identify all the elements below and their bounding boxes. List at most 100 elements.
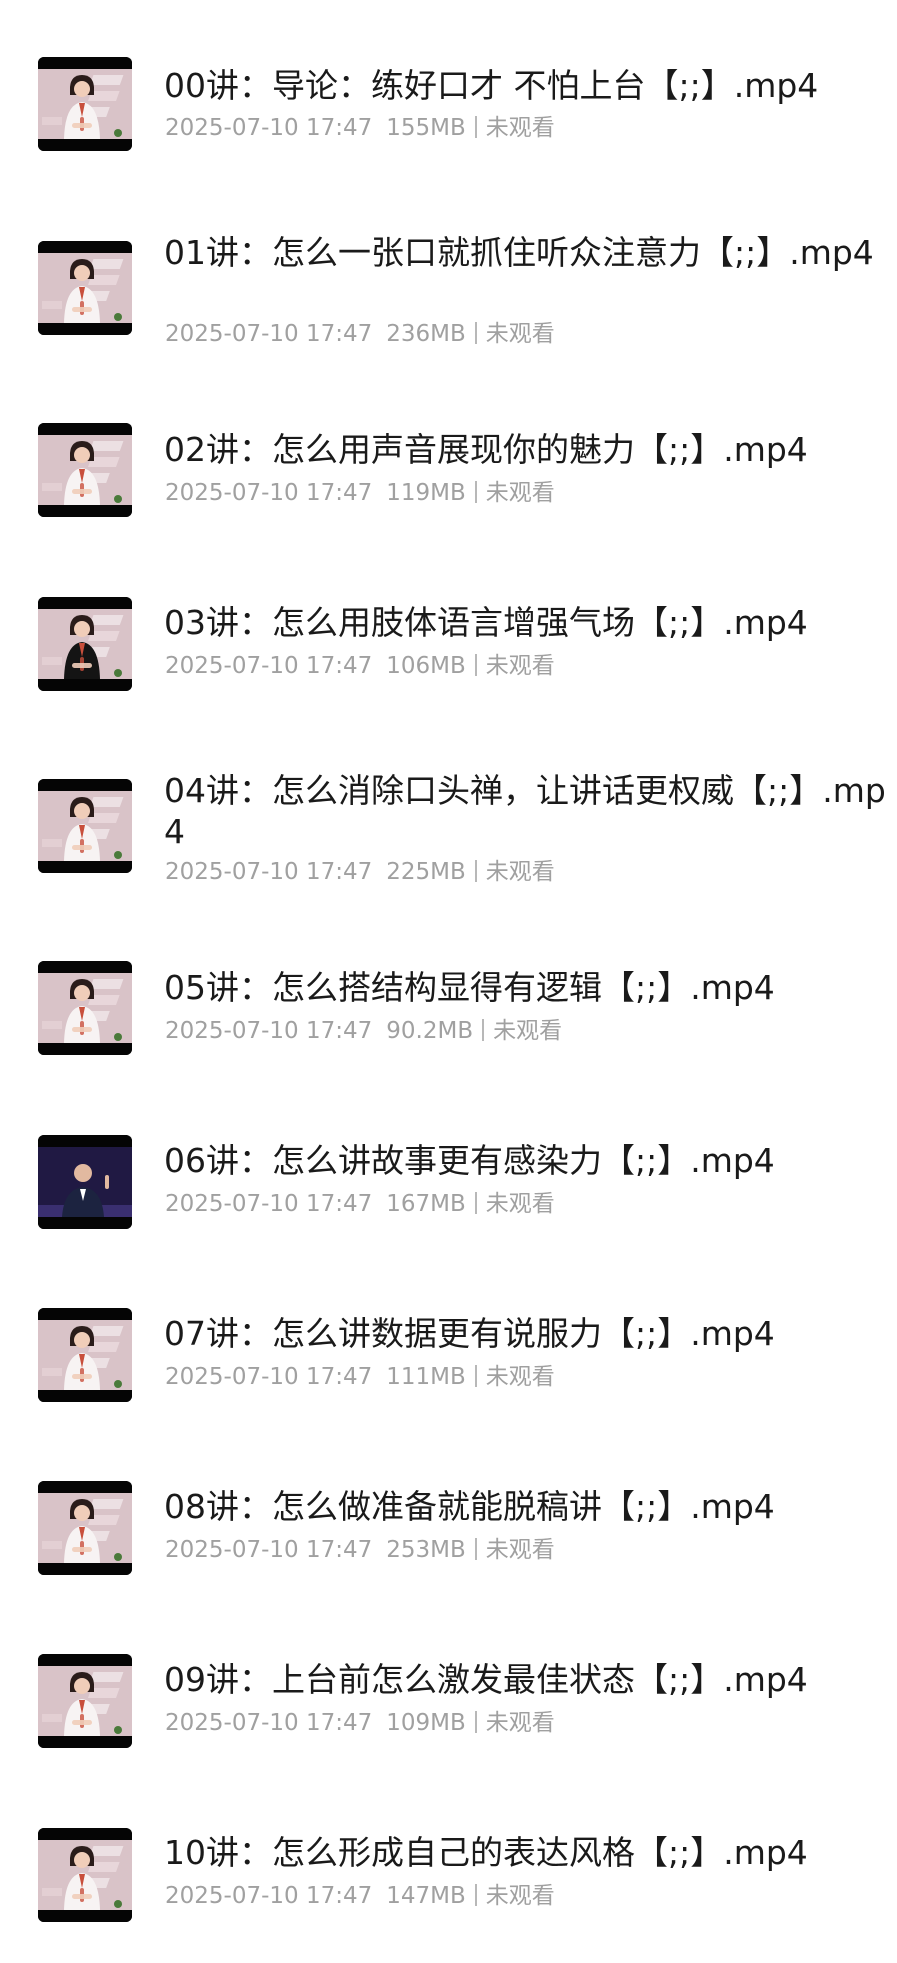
thumbnail-image bbox=[38, 1654, 132, 1748]
video-thumbnail-icon[interactable] bbox=[38, 1308, 132, 1402]
file-title: 02讲：怎么用声音展现你的魅力【;;】.mp4 bbox=[164, 430, 808, 469]
file-date: 2025-07-10 17:47 bbox=[165, 1883, 373, 1909]
thumbnail-image bbox=[38, 597, 132, 691]
file-meta: 2025-07-10 17:47 253MB 未观看 bbox=[165, 1535, 555, 1565]
divider bbox=[474, 116, 477, 138]
file-meta: 2025-07-10 17:47 147MB 未观看 bbox=[165, 1881, 555, 1911]
watch-status: 未观看 bbox=[493, 1018, 563, 1044]
video-thumbnail-icon[interactable] bbox=[38, 961, 132, 1055]
divider bbox=[474, 1711, 477, 1733]
watch-status: 未观看 bbox=[485, 1191, 555, 1217]
file-item-09[interactable]: 09讲：上台前怎么激发最佳状态【;;】.mp4 2025-07-10 17:47… bbox=[0, 1640, 897, 1790]
file-item-05[interactable]: 05讲：怎么搭结构显得有逻辑【;;】.mp4 2025-07-10 17:47 9… bbox=[0, 948, 897, 1098]
file-meta: 2025-07-10 17:47 111MB 未观看 bbox=[165, 1362, 555, 1392]
file-item-02[interactable]: 02讲：怎么用声音展现你的魅力【;;】.mp4 2025-07-10 17:47… bbox=[0, 410, 897, 560]
watch-status: 未观看 bbox=[485, 1710, 555, 1736]
file-date: 2025-07-10 17:47 bbox=[165, 1537, 373, 1563]
file-item-00[interactable]: 00讲：导论：练好口才 不怕上台【;;】.mp4 2025-07-10 17:4… bbox=[0, 45, 897, 195]
divider bbox=[474, 1365, 477, 1387]
file-title: 05讲：怎么搭结构显得有逻辑【;;】.mp4 bbox=[164, 968, 775, 1007]
divider bbox=[474, 1192, 477, 1214]
file-title: 07讲：怎么讲数据更有说服力【;;】.mp4 bbox=[164, 1314, 775, 1353]
thumbnail-image bbox=[38, 241, 132, 335]
thumbnail-image bbox=[38, 779, 132, 873]
file-title: 08讲：怎么做准备就能脱稿讲【;;】.mp4 bbox=[164, 1487, 775, 1526]
watch-status: 未观看 bbox=[485, 1883, 555, 1909]
watch-status: 未观看 bbox=[485, 1537, 555, 1563]
watch-status: 未观看 bbox=[485, 115, 555, 141]
file-size: 167MB bbox=[386, 1191, 466, 1217]
thumbnail-image bbox=[38, 423, 132, 517]
file-size: 147MB bbox=[386, 1883, 466, 1909]
file-item-03[interactable]: 03讲：怎么用肢体语言增强气场【;;】.mp4 2025-07-10 17:47… bbox=[0, 583, 897, 733]
file-date: 2025-07-10 17:47 bbox=[165, 859, 373, 885]
file-date: 2025-07-10 17:47 bbox=[165, 1018, 373, 1044]
file-title: 03讲：怎么用肢体语言增强气场【;;】.mp4 bbox=[164, 603, 808, 642]
file-size: 253MB bbox=[386, 1537, 466, 1563]
file-size: 111MB bbox=[386, 1364, 466, 1390]
video-thumbnail-icon[interactable] bbox=[38, 597, 132, 691]
video-thumbnail-icon[interactable] bbox=[38, 1135, 132, 1229]
file-size: 236MB bbox=[386, 321, 466, 347]
file-item-10[interactable]: 10讲：怎么形成自己的表达风格【;;】.mp4 2025-07-10 17:47… bbox=[0, 1813, 897, 1963]
file-date: 2025-07-10 17:47 bbox=[165, 1710, 373, 1736]
divider bbox=[474, 654, 477, 676]
file-meta: 2025-07-10 17:47 119MB 未观看 bbox=[165, 478, 555, 508]
file-size: 90.2MB bbox=[386, 1018, 474, 1044]
video-thumbnail-icon[interactable] bbox=[38, 241, 132, 335]
file-meta: 2025-07-10 17:47 90.2MB 未观看 bbox=[165, 1016, 562, 1046]
watch-status: 未观看 bbox=[485, 480, 555, 506]
file-meta: 2025-07-10 17:47 109MB 未观看 bbox=[165, 1708, 555, 1738]
thumbnail-image bbox=[38, 57, 132, 151]
divider bbox=[474, 860, 477, 882]
file-title: 10讲：怎么形成自己的表达风格【;;】.mp4 bbox=[164, 1833, 808, 1872]
thumbnail-image bbox=[38, 1308, 132, 1402]
watch-status: 未观看 bbox=[485, 653, 555, 679]
watch-status: 未观看 bbox=[485, 1364, 555, 1390]
file-title: 01讲：怎么一张口就抓住听众注意力【;;】.mp4 bbox=[164, 233, 874, 272]
thumbnail-image bbox=[38, 1481, 132, 1575]
video-thumbnail-icon[interactable] bbox=[38, 423, 132, 517]
video-thumbnail-icon[interactable] bbox=[38, 1481, 132, 1575]
video-thumbnail-icon[interactable] bbox=[38, 1654, 132, 1748]
file-size: 225MB bbox=[386, 859, 466, 885]
video-thumbnail-icon[interactable] bbox=[38, 1828, 132, 1922]
file-title: 00讲：导论：练好口才 不怕上台【;;】.mp4 bbox=[164, 66, 819, 105]
divider bbox=[474, 1538, 477, 1560]
file-size: 119MB bbox=[386, 480, 466, 506]
video-thumbnail-icon[interactable] bbox=[38, 779, 132, 873]
file-title: 04讲：怎么消除口头禅，让讲话更权威【;;】.mp4 bbox=[164, 771, 886, 851]
video-thumbnail-icon[interactable] bbox=[38, 57, 132, 151]
file-date: 2025-07-10 17:47 bbox=[165, 653, 373, 679]
watch-status: 未观看 bbox=[485, 859, 555, 885]
file-item-04[interactable]: 04讲：怎么消除口头禅，让讲话更权威【;;】.mp4 2025-07-10 17… bbox=[0, 766, 897, 916]
watch-status: 未观看 bbox=[485, 321, 555, 347]
file-date: 2025-07-10 17:47 bbox=[165, 321, 373, 347]
file-date: 2025-07-10 17:47 bbox=[165, 480, 373, 506]
thumbnail-image bbox=[38, 961, 132, 1055]
file-size: 155MB bbox=[386, 115, 466, 141]
file-meta: 2025-07-10 17:47 106MB 未观看 bbox=[165, 651, 555, 681]
file-title: 06讲：怎么讲故事更有感染力【;;】.mp4 bbox=[164, 1141, 775, 1180]
divider bbox=[474, 1884, 477, 1906]
thumbnail-image bbox=[38, 1828, 132, 1922]
file-size: 109MB bbox=[386, 1710, 466, 1736]
divider bbox=[474, 481, 477, 503]
file-item-07[interactable]: 07讲：怎么讲数据更有说服力【;;】.mp4 2025-07-10 17:47 1… bbox=[0, 1294, 897, 1444]
file-date: 2025-07-10 17:47 bbox=[165, 1364, 373, 1390]
file-meta: 2025-07-10 17:47 167MB 未观看 bbox=[165, 1189, 555, 1219]
file-meta: 2025-07-10 17:47 155MB 未观看 bbox=[165, 113, 555, 143]
video-file-list: 00讲：导论：练好口才 不怕上台【;;】.mp4 2025-07-10 17:4… bbox=[0, 0, 897, 1935]
thumbnail-image bbox=[38, 1135, 132, 1229]
divider bbox=[482, 1019, 485, 1041]
file-size: 106MB bbox=[386, 653, 466, 679]
file-meta: 2025-07-10 17:47 225MB 未观看 bbox=[165, 857, 555, 887]
file-meta: 2025-07-10 17:47 236MB 未观看 bbox=[165, 319, 555, 349]
file-date: 2025-07-10 17:47 bbox=[165, 1191, 373, 1217]
file-item-01[interactable]: 01讲：怎么一张口就抓住听众注意力【;;】.mp4 2025-07-10 17:… bbox=[0, 228, 897, 378]
file-date: 2025-07-10 17:47 bbox=[165, 115, 373, 141]
file-item-06[interactable]: 06讲：怎么讲故事更有感染力【;;】.mp4 2025-07-10 17:47 1… bbox=[0, 1121, 897, 1271]
divider bbox=[474, 322, 477, 344]
file-item-08[interactable]: 08讲：怎么做准备就能脱稿讲【;;】.mp4 2025-07-10 17:47 2… bbox=[0, 1467, 897, 1617]
file-title: 09讲：上台前怎么激发最佳状态【;;】.mp4 bbox=[164, 1660, 808, 1699]
